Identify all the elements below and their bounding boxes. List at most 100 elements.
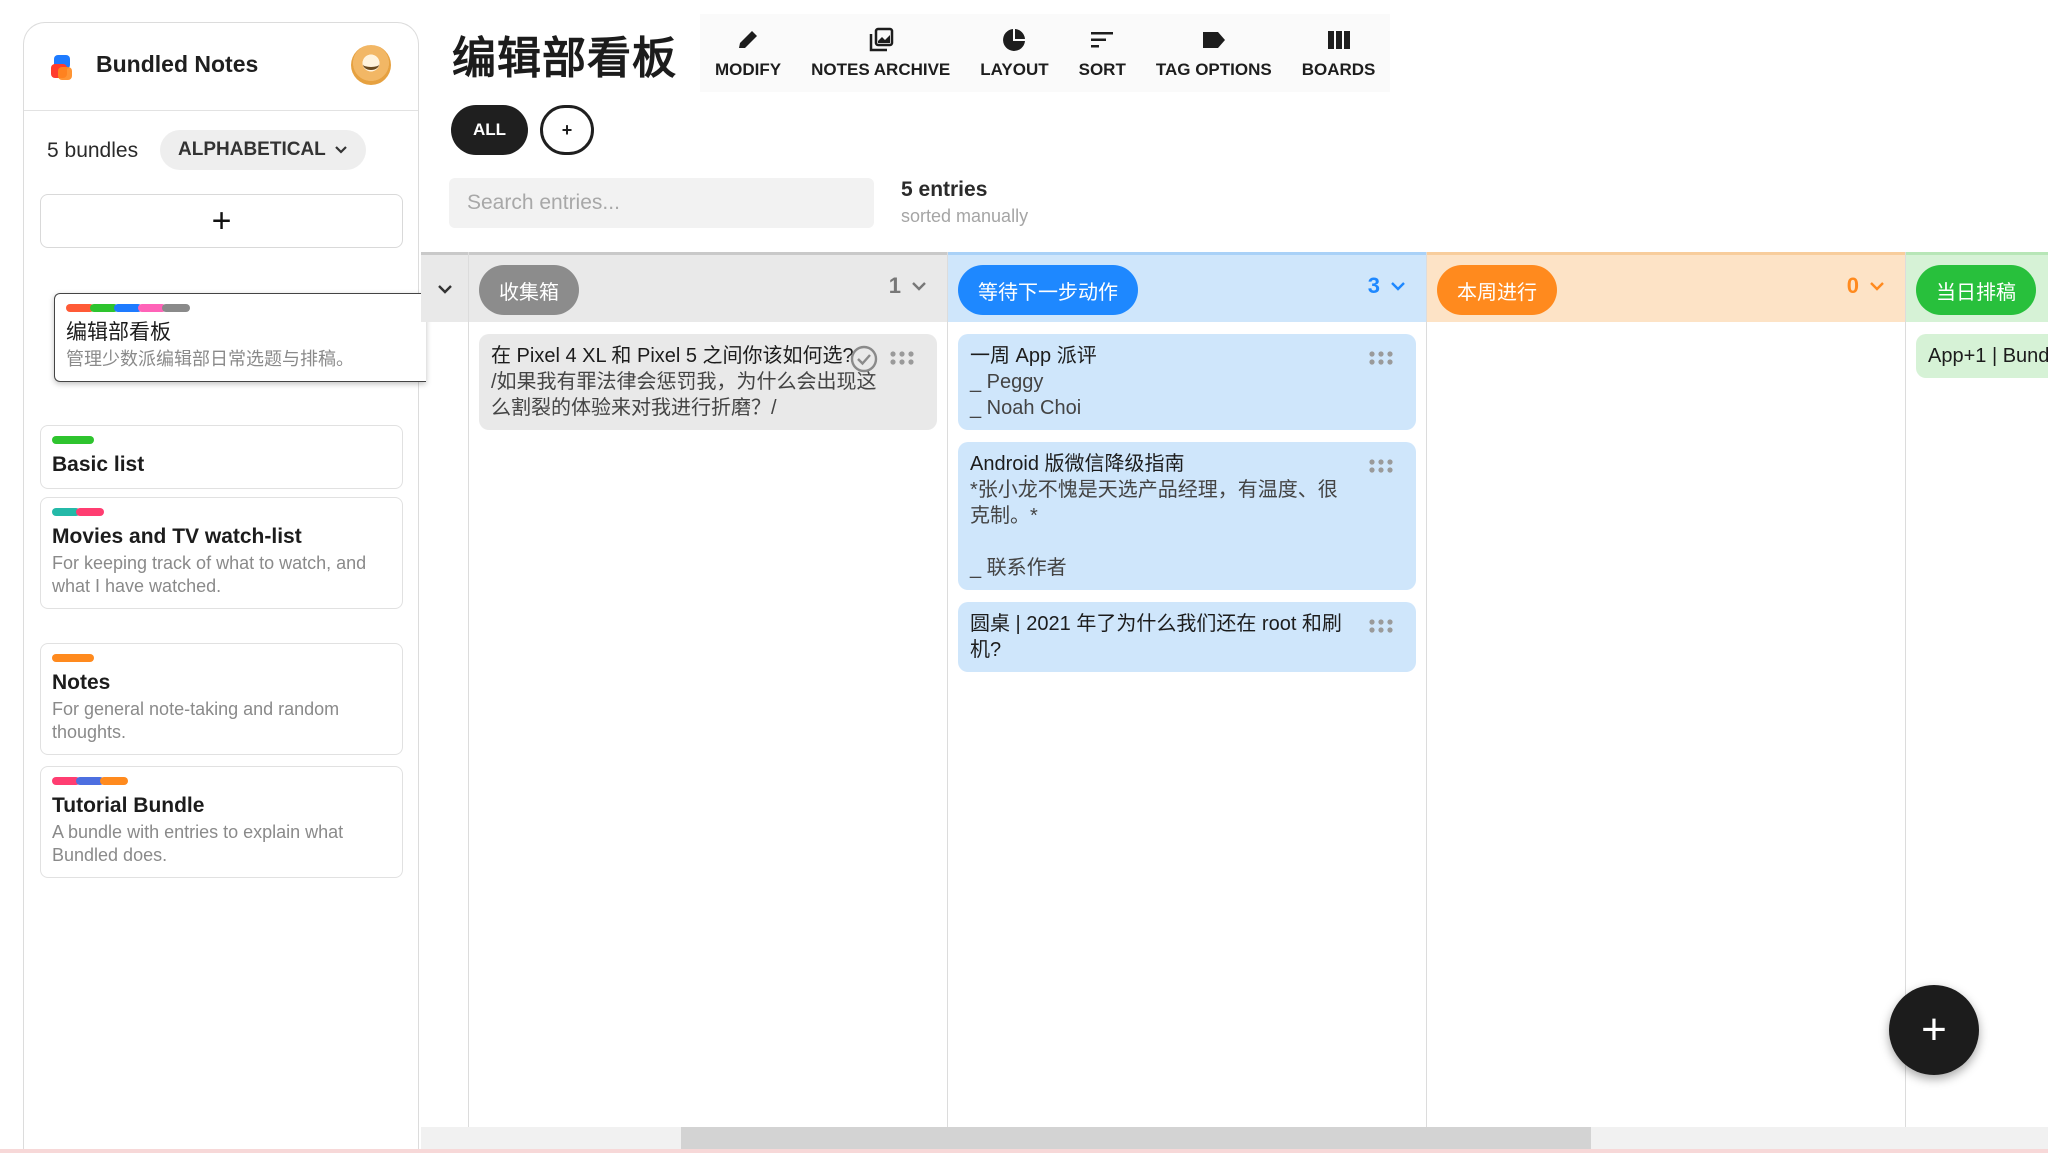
card-list: 在 Pixel 4 XL 和 Pixel 5 之间你该如何选? /如果我有罪法律会… [469,322,947,430]
pie-chart-icon [1003,29,1026,51]
entries-count: 5 entries [901,178,988,201]
column-count-toggle[interactable]: 0 [1847,273,1885,299]
kanban-board: 收集箱 1 在 Pixel 4 XL 和 Pixel 5 之间你该如何选? /如果我有… [421,252,2048,1128]
archive-icon [869,27,893,52]
entry-body-line: *张小龙不愧是天选产品经理，有温度、很克制。* [970,479,1338,527]
column-header[interactable]: 当日排稿 [1906,252,2048,322]
column-label[interactable]: 收集箱 [479,265,579,315]
drag-handle-icon[interactable] [1368,458,1394,474]
tag-filter-all[interactable]: ALL [451,105,528,155]
entry-title: 圆桌 | 2021 年了为什么我们还在 root 和刷机? [970,613,1342,661]
entry-card[interactable]: Android 版微信降级指南 *张小龙不愧是天选产品经理，有温度、很克制。* _ … [958,442,1416,590]
entry-title: 在 Pixel 4 XL 和 Pixel 5 之间你该如何选? [491,345,854,367]
modify-button[interactable]: MODIFY [700,14,796,92]
column-count-toggle[interactable]: 1 [889,273,927,299]
bundle-color-swatch [52,436,94,444]
notes-archive-label: NOTES ARCHIVE [811,60,951,79]
column-label[interactable]: 当日排稿 [1916,265,2036,315]
column-count-toggle[interactable]: 3 [1368,273,1406,299]
chevron-down-icon [335,146,347,154]
entry-body-line: /如果我有罪法律会惩罚我，为什么会出现这么割裂的体验来对我进行折磨？/ [491,371,877,419]
notes-archive-button[interactable]: NOTES ARCHIVE [796,14,965,92]
entry-body-line: _ 联系作者 [970,557,1067,579]
column-count: 1 [888,273,901,298]
drag-handle-icon[interactable] [1368,618,1394,634]
bundle-color-swatch [100,777,128,785]
entry-body-line: _ Peggy [970,371,1044,393]
bundle-color-bar [66,304,415,312]
entry-card[interactable]: 在 Pixel 4 XL 和 Pixel 5 之间你该如何选? /如果我有罪法律会… [479,334,937,430]
board-column: 本周进行 0 [1427,252,1906,1128]
scrollbar-thumb[interactable] [681,1127,1591,1149]
drag-handle-icon[interactable] [889,350,915,366]
collapse-column [421,252,469,1128]
bundle-card[interactable]: Notes For general note-taking and random … [40,643,403,755]
horizontal-scrollbar[interactable] [421,1127,2048,1149]
tag-options-label: TAG OPTIONS [1155,60,1272,79]
entry-title: App+1 | Bundled Notes [1928,345,2048,367]
entry-card[interactable]: 一周 App 派评 _ Peggy _ Noah Choi [958,334,1416,430]
entry-body-line [970,529,1356,555]
bundle-sort-button[interactable]: ALPHABETICAL [160,130,366,170]
layout-button[interactable]: LAYOUT [965,14,1063,92]
entry-card[interactable]: App+1 | Bundled Notes [1916,334,2048,378]
bundle-description: For keeping track of what to watch, and … [52,553,367,596]
drag-handle-icon[interactable] [1368,350,1394,366]
column-label[interactable]: 本周进行 [1437,265,1557,315]
check-circle-icon[interactable] [849,344,879,374]
app-logo-icon [51,55,72,80]
columns-icon [1327,31,1350,49]
entry-card[interactable]: 圆桌 | 2021 年了为什么我们还在 root 和刷机? [958,602,1416,672]
bundle-color-bar [52,777,391,785]
boards-label: BOARDS [1301,60,1376,79]
bundle-description: 管理少数派编辑部日常选题与排稿。 [66,349,354,369]
bottom-edge [0,1149,2048,1153]
board-column: 等待下一步动作 3 一周 App 派评 _ Peggy _ Noah Choi Andro… [948,252,1427,1128]
sort-button[interactable]: SORT [1064,14,1141,92]
column-count: 0 [1846,273,1859,298]
avatar[interactable] [351,45,391,85]
bundle-card[interactable]: 编辑部看板管理少数派编辑部日常选题与排稿。 [54,293,426,382]
add-entry-fab[interactable]: + [1889,985,1979,1075]
column-header[interactable]: 等待下一步动作 3 [948,252,1426,322]
bundle-card[interactable]: Movies and TV watch-list For keeping trac… [40,497,403,609]
toolbar: MODIFY NOTES ARCHIVE LAYOUT SORT TAG OPT… [700,14,1391,92]
bundle-count: 5 bundles [47,139,139,162]
bundle-name: 编辑部看板 [66,321,171,344]
chevron-down-icon [1870,282,1884,291]
pencil-icon [739,31,758,48]
column-header[interactable]: 收集箱 1 [469,252,947,322]
bundle-card[interactable]: Basic list [40,425,403,489]
bundle-color-bar [52,508,391,516]
card-list: App+1 | Bundled Notes [1906,322,2048,378]
chevron-down-icon [1391,282,1405,291]
bundle-name: Movies and TV watch-list [52,525,302,548]
column-header[interactable]: 本周进行 0 [1427,252,1905,322]
tag-options-button[interactable]: TAG OPTIONS [1141,14,1287,92]
chevron-down-icon [437,284,452,294]
bundle-card[interactable]: Tutorial Bundle A bundle with entries to … [40,766,403,878]
search-input[interactable] [449,178,874,228]
sidebar: Bundled Notes 5 bundles ALPHABETICAL + 编… [23,22,426,1153]
boards-button[interactable]: BOARDS [1287,14,1391,92]
bundle-description: For general note-taking and random thoug… [52,699,340,742]
add-tag-button[interactable]: + [540,105,594,155]
chevron-down-icon [912,282,926,291]
bundle-sort-label: ALPHABETICAL [178,139,326,160]
layout-label: LAYOUT [980,60,1049,79]
card-list: 一周 App 派评 _ Peggy _ Noah Choi Android 版微信降级… [948,322,1426,672]
entry-title: Android 版微信降级指南 [970,453,1185,475]
column-label[interactable]: 等待下一步动作 [958,265,1138,315]
entry-body-line: _ Noah Choi [970,397,1082,419]
entry-title: 一周 App 派评 [970,345,1097,367]
bundle-description: A bundle with entries to explain what Bu… [52,822,344,865]
bundle-color-swatch [162,304,190,312]
collapse-toggle[interactable] [421,252,468,322]
sort-icon [1091,32,1114,48]
app-title: Bundled Notes [96,51,259,77]
bundle-name: Tutorial Bundle [52,794,205,817]
bundle-color-bar [52,436,391,444]
add-bundle-button[interactable]: + [40,194,403,248]
entries-sort-status: sorted manually [901,206,1029,226]
tag-icon [1202,32,1225,48]
